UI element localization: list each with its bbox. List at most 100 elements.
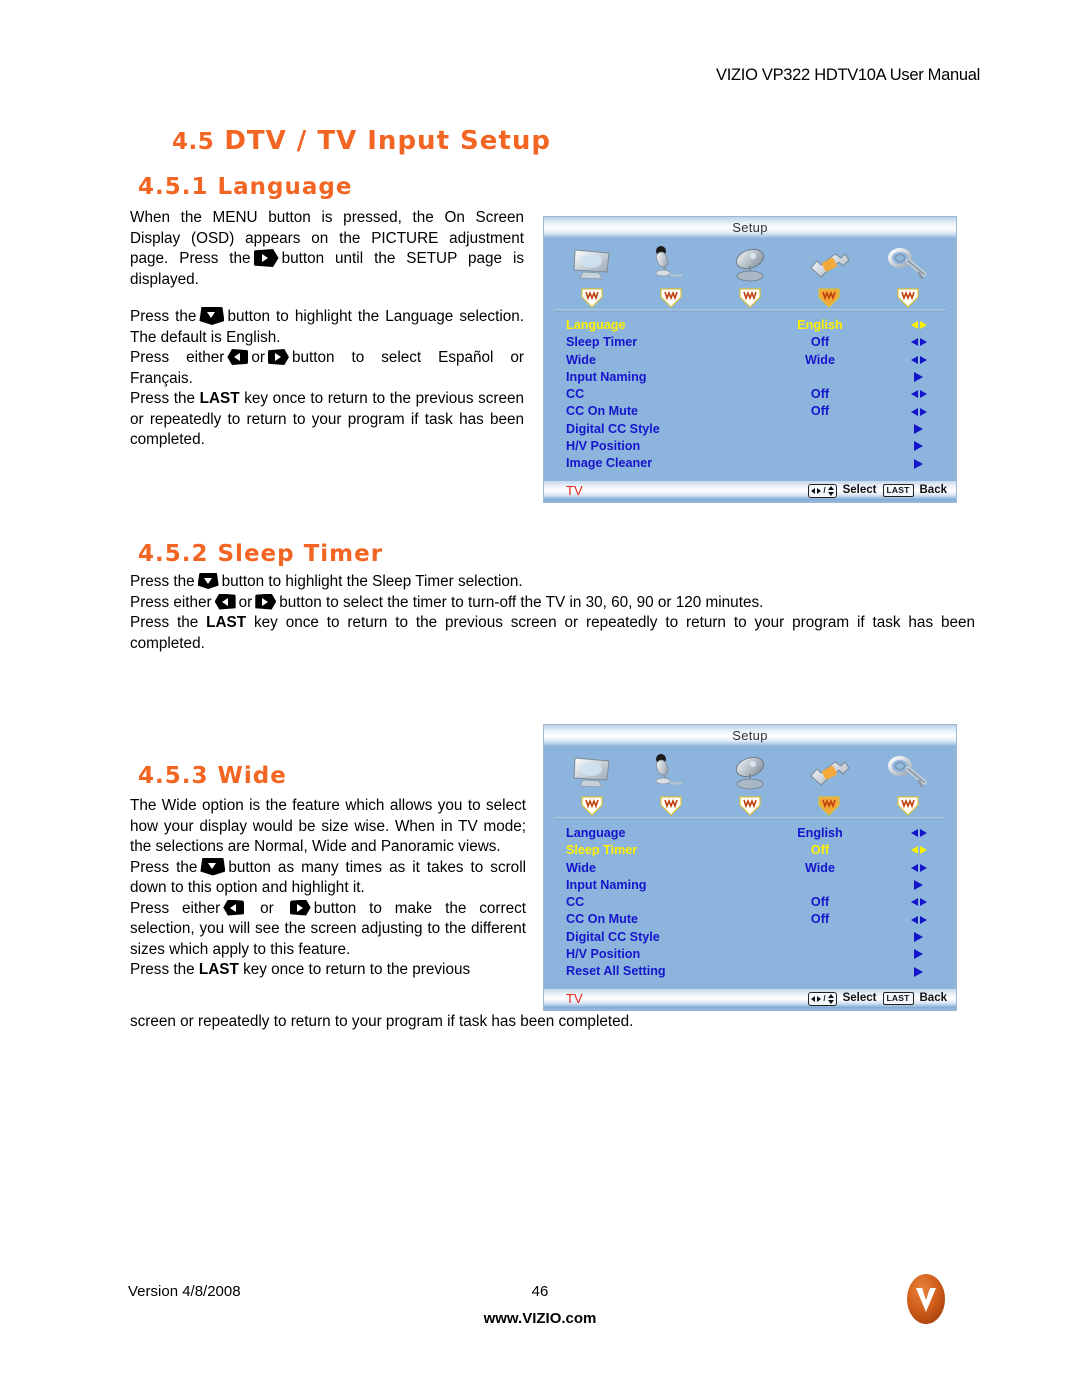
picture-icon (558, 242, 626, 287)
paragraph: Press the LAST key once to return to the… (130, 614, 976, 652)
left-arrow-button-icon (223, 899, 245, 916)
osd-tab-parental[interactable] (874, 242, 942, 309)
osd-tab-row (544, 239, 956, 314)
osd-tab-badge (895, 795, 921, 817)
section-number: 4.5 (172, 129, 215, 155)
osd-item-arrow (906, 825, 932, 842)
osd-menu-item[interactable]: Reset All Setting (544, 963, 956, 980)
heading-4-5-2: 4.5.2 Sleep Timer (138, 541, 384, 567)
osd-menu-item[interactable]: Sleep Timer Off (544, 842, 956, 859)
osd-tab-audio[interactable] (637, 242, 705, 309)
osd-tab-badge (579, 795, 605, 817)
down-arrow-button-icon (197, 573, 219, 589)
right-arrow-button-icon (267, 349, 289, 365)
osd-back-label: Back (919, 484, 948, 496)
paragraph: Press either or button to select Español o… (130, 349, 524, 387)
osd-item-arrow (906, 421, 932, 438)
osd-item-value: Wide (805, 352, 835, 367)
osd-menu-item[interactable]: Input Naming (544, 877, 956, 894)
paragraph: Press either or button to make the corre… (130, 899, 526, 958)
parental-icon (874, 242, 942, 287)
osd-footer-hints: / Select LAST Back (808, 481, 947, 500)
tuner-icon (716, 750, 784, 795)
section-title: DTV / TV Input Setup (224, 126, 551, 156)
osd-menu-item[interactable]: Wide Wide (544, 352, 956, 369)
left-right-arrow-icon (910, 404, 928, 421)
osd-item-value: Off (810, 387, 830, 402)
osd-tab-setup[interactable] (795, 750, 863, 817)
right-arrow-button-icon (253, 249, 279, 267)
left-right-arrow-icon (910, 334, 928, 351)
osd-menu-item[interactable]: Language English (544, 825, 956, 842)
osd-footer-bar: TV / Select LAST Back (544, 481, 956, 500)
last-key-label: LAST (198, 961, 239, 978)
osd-item-arrow (906, 929, 932, 946)
osd-item-label: H/V Position (566, 439, 641, 454)
osd-tab-tuner[interactable] (716, 242, 784, 309)
paragraph: The Wide option is the feature which all… (130, 797, 526, 855)
osd-item-label: CC On Mute (566, 912, 639, 927)
osd-tab-badge (658, 795, 684, 817)
body-text-4-5-2: Press the button to highlight the Sleep T… (130, 572, 975, 654)
osd-item-arrow (906, 386, 932, 403)
osd-tab-setup[interactable] (795, 242, 863, 309)
osd-item-label: Digital CC Style (566, 421, 660, 436)
osd-item-arrow (906, 946, 932, 963)
osd-item-arrow (906, 369, 932, 386)
osd-menu-item[interactable]: CC On Mute Off (544, 403, 956, 420)
osd-item-label: H/V Position (566, 947, 641, 962)
body-text-4-5-3: The Wide option is the feature which all… (130, 796, 526, 981)
right-arrow-icon (910, 438, 928, 455)
osd-tab-parental[interactable] (874, 750, 942, 817)
osd-menu-item[interactable]: Language English (544, 317, 956, 334)
osd-tab-audio[interactable] (637, 750, 705, 817)
osd-screenshot-language: Setup Language English Sleep Timer Off Wide W… (543, 216, 957, 503)
osd-menu-item[interactable]: CC Off (544, 894, 956, 911)
last-key-icon: LAST (882, 992, 914, 1005)
left-right-arrow-icon (910, 860, 928, 877)
osd-tab-picture[interactable] (558, 242, 626, 309)
osd-menu-item[interactable]: H/V Position (544, 946, 956, 963)
last-key-label: LAST (199, 390, 240, 407)
nav-keys-icon: / (808, 483, 837, 498)
osd-item-value: Wide (805, 860, 835, 875)
osd-item-arrow (906, 877, 932, 894)
osd-tab-badge (895, 287, 921, 309)
osd-tab-tuner[interactable] (716, 750, 784, 817)
paragraph: Press the button as many times as it take… (130, 857, 526, 896)
right-arrow-icon (910, 946, 928, 963)
osd-item-value: Off (810, 895, 830, 910)
osd-menu-item[interactable]: Wide Wide (544, 860, 956, 877)
osd-tab-badge (579, 287, 605, 309)
osd-select-label: Select (842, 992, 877, 1004)
osd-item-label: Wide (566, 860, 596, 875)
left-arrow-button-icon (214, 593, 236, 610)
osd-item-label: Reset All Setting (566, 964, 666, 979)
osd-item-arrow (906, 438, 932, 455)
osd-menu-item[interactable]: Sleep Timer Off (544, 334, 956, 351)
osd-tab-badge (816, 287, 842, 309)
osd-menu-item[interactable]: Image Cleaner (544, 455, 956, 472)
osd-menu-item[interactable]: Digital CC Style (544, 929, 956, 946)
osd-item-value: Off (810, 335, 830, 350)
osd-menu-list: Language English Sleep Timer Off Wide Wide Inp… (544, 822, 956, 981)
paragraph: Press the button to highlight the Sleep T… (130, 573, 523, 590)
osd-tab-badge (658, 287, 684, 309)
osd-item-arrow (906, 860, 932, 877)
osd-menu-item[interactable]: CC Off (544, 386, 956, 403)
heading-4-5-1: 4.5.1 Language (138, 174, 353, 200)
osd-tab-picture[interactable] (558, 750, 626, 817)
osd-item-arrow (906, 403, 932, 420)
osd-menu-item[interactable]: H/V Position (544, 438, 956, 455)
osd-menu-item[interactable]: CC On Mute Off (544, 911, 956, 928)
osd-item-arrow (906, 317, 932, 334)
down-arrow-button-icon (200, 857, 226, 876)
osd-item-arrow (906, 894, 932, 911)
osd-menu-item[interactable]: Digital CC Style (544, 421, 956, 438)
osd-item-arrow (906, 963, 932, 980)
osd-item-label: Digital CC Style (566, 929, 660, 944)
page-header-title: VIZIO VP322 HDTV10A User Manual (716, 66, 980, 84)
osd-menu-item[interactable]: Input Naming (544, 369, 956, 386)
osd-item-label: Language (566, 318, 626, 332)
paragraph: screen or repeatedly to return to your p… (130, 1013, 634, 1030)
